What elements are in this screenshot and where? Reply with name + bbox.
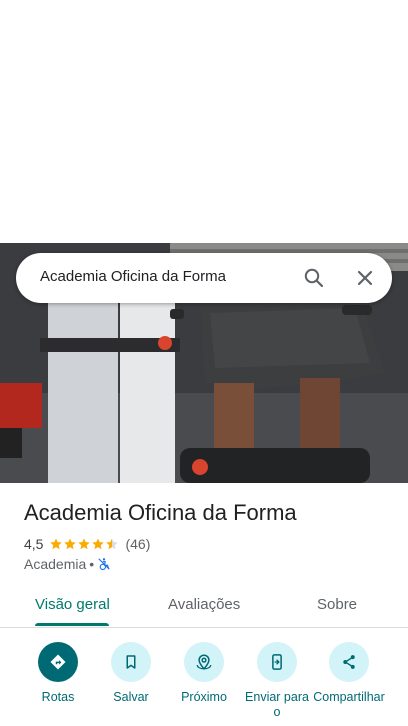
star-icon xyxy=(78,538,91,550)
directions-button[interactable]: Rotas xyxy=(22,642,94,705)
tab-about[interactable]: Sobre xyxy=(317,596,357,613)
bookmark-icon xyxy=(111,642,151,682)
send-to-phone-label: Enviar para o xyxy=(245,690,309,719)
directions-icon xyxy=(38,642,78,682)
search-query[interactable]: Academia Oficina da Forma xyxy=(40,268,226,285)
close-icon[interactable] xyxy=(353,266,377,290)
star-rating xyxy=(49,537,119,551)
search-icon[interactable] xyxy=(302,266,326,290)
send-to-phone-button[interactable]: Enviar para o xyxy=(241,642,313,720)
category-row: Academia • xyxy=(24,556,111,572)
search-bar[interactable]: Academia Oficina da Forma xyxy=(16,253,392,303)
active-tab-indicator xyxy=(35,623,109,626)
star-icon xyxy=(50,538,63,550)
rating-value: 4,5 xyxy=(24,536,44,552)
action-buttons: Rotas Salvar Próximo Enviar para o Compa… xyxy=(0,640,408,726)
star-icon xyxy=(64,538,77,550)
review-count[interactable]: (46) xyxy=(125,536,150,552)
save-button[interactable]: Salvar xyxy=(95,642,167,705)
nearby-button[interactable]: Próximo xyxy=(168,642,240,705)
place-tabs: Visão geral Avaliações Sobre xyxy=(0,583,408,628)
tab-overview[interactable]: Visão geral xyxy=(35,596,110,613)
separator-dot: • xyxy=(89,556,95,572)
share-label: Compartilhar xyxy=(313,690,385,704)
rating-row[interactable]: 4,5 (46) xyxy=(24,536,150,552)
not-wheelchair-accessible-icon xyxy=(97,557,111,571)
star-icon xyxy=(92,538,105,550)
share-button[interactable]: Compartilhar xyxy=(313,642,385,705)
nearby-icon xyxy=(184,642,224,682)
place-category: Academia xyxy=(24,556,87,572)
map-blank-area xyxy=(0,0,408,243)
nearby-label: Próximo xyxy=(181,690,227,704)
place-title: Academia Oficina da Forma xyxy=(24,500,297,525)
directions-label: Rotas xyxy=(41,690,75,704)
tab-reviews[interactable]: Avaliações xyxy=(168,596,240,613)
half-star-icon xyxy=(106,538,119,550)
share-icon xyxy=(329,642,369,682)
send-to-phone-icon xyxy=(257,642,297,682)
save-label: Salvar xyxy=(113,690,149,704)
